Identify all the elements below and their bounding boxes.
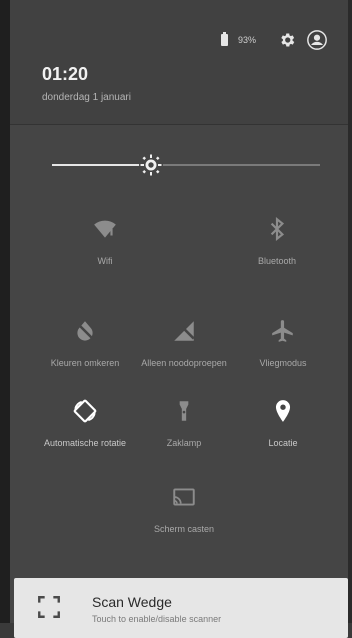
- scan-frame-icon: [38, 596, 60, 618]
- scan-wedge-notification[interactable]: Scan Wedge Touch to enable/disable scann…: [14, 578, 348, 638]
- clock-time: 01:20: [42, 64, 89, 84]
- no-signal-icon: [174, 320, 195, 341]
- tile-airplane-mode[interactable]: Vliegmodus: [228, 318, 338, 368]
- brightness-slider-fill: [52, 164, 152, 166]
- tile-location-label: Locatie: [268, 438, 298, 448]
- left-edge: [0, 0, 10, 623]
- cast-icon: [173, 488, 195, 506]
- status-icons-row: 93%: [220, 29, 328, 51]
- rotate-icon: [73, 399, 97, 423]
- right-edge: [348, 0, 352, 623]
- tile-wifi-label: Wifi: [97, 256, 113, 266]
- location-icon: [275, 400, 291, 422]
- tile-auto-rotate-label: Automatische rotatie: [43, 438, 127, 448]
- tile-invert-colors-label: Kleuren omkeren: [50, 358, 120, 368]
- tile-location[interactable]: Locatie: [228, 398, 338, 448]
- tile-emergency-calls-label: Alleen noodoproepen: [141, 358, 227, 368]
- tile-airplane-mode-label: Vliegmodus: [259, 358, 307, 368]
- status-header: 93% 01:20 donderdag 1 januari: [10, 0, 348, 125]
- tile-flashlight-label: Zaklamp: [166, 438, 202, 448]
- flashlight-icon: [179, 401, 189, 421]
- battery-level: 93%: [237, 35, 256, 45]
- user-avatar-icon[interactable]: [306, 29, 328, 51]
- tile-wifi[interactable]: Wifi: [50, 216, 160, 266]
- tile-cast-screen[interactable]: Scherm casten: [129, 484, 239, 534]
- tile-invert-colors[interactable]: Kleuren omkeren: [30, 318, 140, 368]
- battery-icon: [220, 32, 228, 46]
- tile-bluetooth-label: Bluetooth: [257, 256, 297, 266]
- tile-flashlight[interactable]: Zaklamp: [129, 398, 239, 448]
- airplane-icon: [272, 320, 293, 342]
- brightness-thumb-icon[interactable]: [138, 152, 164, 178]
- wifi-icon: [94, 220, 116, 238]
- clock-date: donderdag 1 januari: [42, 92, 131, 103]
- notification-title: Scan Wedge: [92, 594, 172, 610]
- gear-icon[interactable]: [278, 31, 296, 49]
- tile-cast-screen-label: Scherm casten: [153, 524, 215, 534]
- tile-bluetooth[interactable]: Bluetooth: [222, 216, 332, 266]
- bluetooth-icon: [270, 216, 285, 242]
- tile-auto-rotate[interactable]: Automatische rotatie: [30, 398, 140, 448]
- tile-emergency-calls[interactable]: Alleen noodoproepen: [129, 318, 239, 368]
- invert-colors-icon: [74, 320, 96, 342]
